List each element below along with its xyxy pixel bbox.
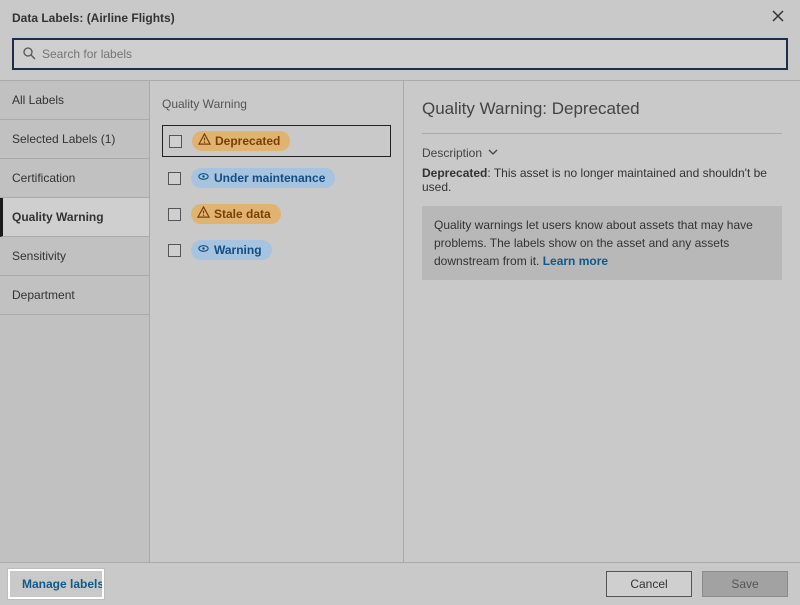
sidebar-item-all-labels[interactable]: All Labels: [0, 81, 149, 120]
warning-triangle-icon: [198, 133, 211, 149]
label-list-title: Quality Warning: [162, 97, 391, 111]
label-text: Warning: [214, 243, 262, 257]
warning-triangle-icon: [197, 206, 210, 222]
search-icon: [22, 46, 36, 63]
label-row-warning[interactable]: Warning: [162, 235, 391, 265]
chevron-down-icon: [488, 146, 498, 160]
label-list-panel: Quality Warning Deprecated Under mainten…: [150, 81, 404, 562]
label-chip: Under maintenance: [191, 168, 335, 188]
label-text: Under maintenance: [214, 171, 325, 185]
sidebar-item-label: Selected Labels (1): [12, 132, 115, 146]
close-icon: [771, 9, 785, 28]
label-row-under-maintenance[interactable]: Under maintenance: [162, 163, 391, 193]
sidebar-item-sensitivity[interactable]: Sensitivity: [0, 237, 149, 276]
label-row-stale-data[interactable]: Stale data: [162, 199, 391, 229]
sidebar-item-department[interactable]: Department: [0, 276, 149, 315]
dialog-title: Data Labels: (Airline Flights): [12, 11, 175, 25]
learn-more-link[interactable]: Learn more: [543, 254, 608, 268]
description-text: Deprecated: This asset is no longer main…: [422, 166, 782, 194]
divider: [422, 133, 782, 134]
eye-icon: [197, 242, 210, 258]
save-button[interactable]: Save: [702, 571, 788, 597]
sidebar-item-label: Department: [12, 288, 75, 302]
label-chip: Warning: [191, 240, 272, 260]
sidebar-item-label: Sensitivity: [12, 249, 66, 263]
label-chip: Stale data: [191, 204, 281, 224]
description-label: Description: [422, 146, 482, 160]
description-toggle[interactable]: Description: [422, 146, 782, 160]
label-text: Deprecated: [215, 134, 280, 148]
label-row-deprecated[interactable]: Deprecated: [162, 125, 391, 157]
checkbox[interactable]: [168, 244, 181, 257]
checkbox[interactable]: [169, 135, 182, 148]
cancel-button[interactable]: Cancel: [606, 571, 692, 597]
hint-box: Quality warnings let users know about as…: [422, 206, 782, 280]
detail-title: Quality Warning: Deprecated: [422, 99, 782, 119]
eye-icon: [197, 170, 210, 186]
search-input[interactable]: [36, 47, 778, 61]
checkbox[interactable]: [168, 172, 181, 185]
label-chip: Deprecated: [192, 131, 290, 151]
label-text: Stale data: [214, 207, 271, 221]
detail-panel: Quality Warning: Deprecated Description …: [404, 81, 800, 562]
sidebar-item-quality-warning[interactable]: Quality Warning: [0, 198, 149, 237]
close-button[interactable]: [768, 8, 788, 28]
sidebar-item-label: Quality Warning: [12, 210, 104, 224]
manage-labels-link[interactable]: Manage labels: [12, 571, 114, 597]
description-term: Deprecated: [422, 166, 487, 180]
sidebar-item-certification[interactable]: Certification: [0, 159, 149, 198]
sidebar-item-label: Certification: [12, 171, 75, 185]
sidebar-item-label: All Labels: [12, 93, 64, 107]
checkbox[interactable]: [168, 208, 181, 221]
sidebar-item-selected-labels[interactable]: Selected Labels (1): [0, 120, 149, 159]
search-box[interactable]: [12, 38, 788, 70]
sidebar: All Labels Selected Labels (1) Certifica…: [0, 81, 150, 562]
